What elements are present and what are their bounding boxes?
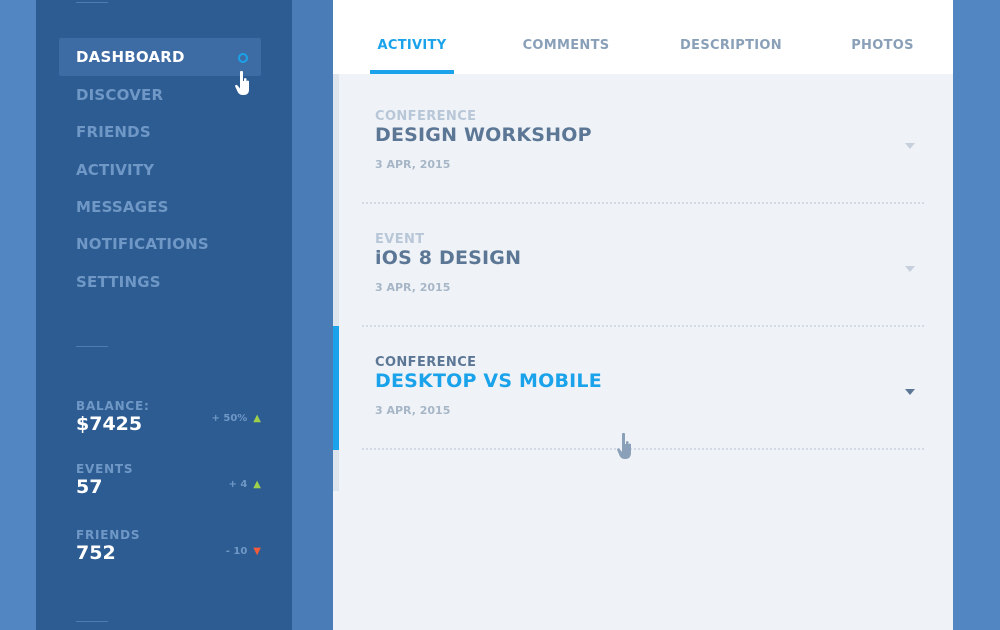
arrow-up-icon: ▲ [253, 413, 261, 424]
sidebar-divider [76, 346, 108, 347]
stat-balance: BALANCE: $7425 + 50% ▲ [76, 399, 261, 435]
arrow-up-icon: ▲ [253, 479, 261, 490]
activity-date: 3 APR, 2015 [375, 158, 451, 171]
activity-date: 3 APR, 2015 [375, 281, 451, 294]
sidebar-divider [76, 621, 108, 622]
tab-bar: ACTIVITY COMMENTS DESCRIPTION PHOTOS [333, 0, 953, 74]
caret-down-icon[interactable] [905, 266, 915, 272]
stat-delta: - 10 ▼ [226, 546, 261, 557]
stat-delta: + 50% ▲ [212, 413, 262, 424]
sidebar-divider [76, 2, 108, 3]
sidebar-item-label: MESSAGES [76, 198, 169, 216]
item-divider [362, 448, 924, 450]
sidebar-item-discover[interactable]: DISCOVER [59, 76, 261, 114]
stat-delta-text: - 10 [225, 546, 248, 557]
background-stripe [0, 0, 36, 630]
activity-category: EVENT [375, 232, 425, 247]
stat-events: EVENTS 57 + 4 ▲ [76, 462, 261, 498]
arrow-down-icon: ▼ [253, 546, 261, 557]
item-divider [362, 325, 924, 327]
sidebar-item-label: ACTIVITY [76, 161, 155, 179]
stat-delta: + 4 ▲ [228, 479, 261, 490]
sidebar-item-settings[interactable]: SETTINGS [59, 263, 261, 301]
activity-category: CONFERENCE [375, 109, 477, 124]
caret-down-icon[interactable] [905, 389, 915, 395]
sidebar-item-friends[interactable]: FRIENDS [59, 113, 261, 151]
hand-cursor-icon [235, 70, 249, 95]
sidebar-item-activity[interactable]: ACTIVITY [59, 151, 261, 189]
timeline-active-marker [333, 326, 339, 450]
sidebar-item-messages[interactable]: MESSAGES [59, 188, 261, 226]
activity-item[interactable]: CONFERENCE DESIGN WORKSHOP 3 APR, 2015 [375, 109, 925, 171]
stat-delta-text: + 4 [228, 479, 248, 490]
tab-activity[interactable]: ACTIVITY [370, 38, 454, 53]
main-panel: ACTIVITY COMMENTS DESCRIPTION PHOTOS CON… [333, 0, 953, 630]
sidebar: DASHBOARD DISCOVER FRIENDS ACTIVITY MESS… [36, 0, 292, 630]
activity-item-active[interactable]: CONFERENCE DESKTOP VS MOBILE 3 APR, 2015 [375, 355, 925, 417]
activity-title: DESIGN WORKSHOP [375, 124, 592, 146]
stat-label: FRIENDS [76, 528, 141, 542]
background-stripe [953, 0, 1000, 630]
sidebar-item-label: DISCOVER [76, 86, 164, 104]
activity-category: CONFERENCE [375, 355, 477, 370]
sidebar-item-dashboard[interactable]: DASHBOARD [59, 38, 261, 76]
active-indicator-icon [238, 53, 248, 63]
activity-item[interactable]: EVENT iOS 8 DESIGN 3 APR, 2015 [375, 232, 925, 294]
sidebar-item-label: DASHBOARD [76, 48, 185, 66]
item-divider [362, 202, 924, 204]
tab-description[interactable]: DESCRIPTION [676, 38, 786, 53]
hand-cursor-icon [617, 432, 631, 459]
activity-title: iOS 8 DESIGN [375, 247, 522, 269]
tab-photos[interactable]: PHOTOS [845, 38, 920, 53]
activity-title: DESKTOP VS MOBILE [375, 370, 602, 392]
sidebar-item-notifications[interactable]: NOTIFICATIONS [59, 225, 261, 263]
sidebar-item-label: FRIENDS [76, 123, 151, 141]
active-tab-indicator [370, 70, 454, 74]
stat-label: BALANCE: [76, 399, 150, 413]
sidebar-item-label: SETTINGS [76, 273, 161, 291]
caret-down-icon[interactable] [905, 143, 915, 149]
sidebar-item-label: NOTIFICATIONS [76, 235, 209, 253]
tab-comments[interactable]: COMMENTS [516, 38, 616, 53]
activity-date: 3 APR, 2015 [375, 404, 451, 417]
stat-friends: FRIENDS 752 - 10 ▼ [76, 528, 261, 564]
stat-delta-text: + 50% [211, 413, 248, 424]
stat-label: EVENTS [76, 462, 134, 476]
